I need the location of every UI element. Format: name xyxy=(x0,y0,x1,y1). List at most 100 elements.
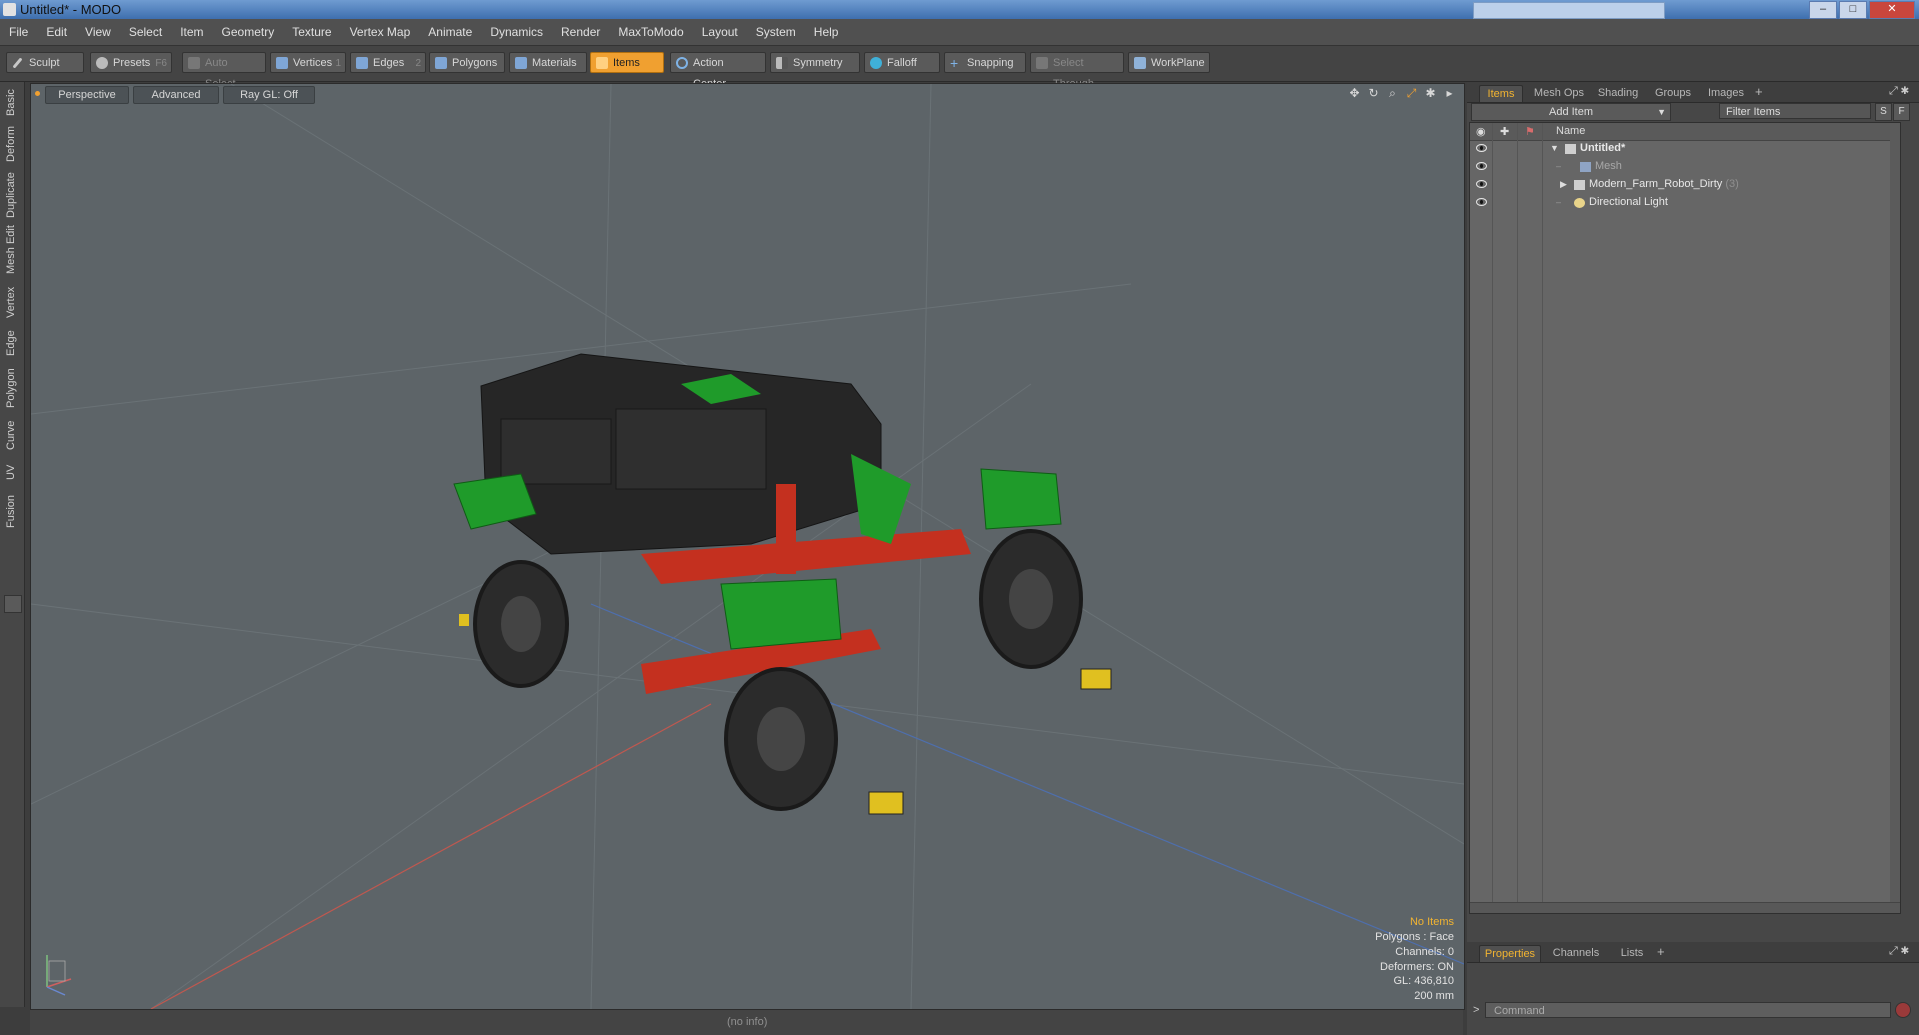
tab-curve[interactable]: Curve xyxy=(2,414,22,450)
eye-icon[interactable] xyxy=(1476,162,1487,170)
tab-mesh-edit[interactable]: Mesh Edit xyxy=(2,224,22,274)
workplane-button[interactable]: WorkPlane xyxy=(1128,52,1210,73)
menu-maxtomodo[interactable]: MaxToModo xyxy=(609,19,692,45)
visibility-column-eye-icon[interactable]: ◉ xyxy=(1476,125,1486,138)
menu-file[interactable]: File xyxy=(0,19,37,45)
eye-icon[interactable] xyxy=(1476,198,1487,206)
edges-icon xyxy=(356,57,368,69)
polygons-button[interactable]: Polygons xyxy=(429,52,505,73)
maximize-viewport-icon[interactable]: ⤢ xyxy=(1405,87,1418,100)
eye-icon[interactable] xyxy=(1476,180,1487,188)
close-button[interactable]: ✕ xyxy=(1869,1,1915,19)
rotate-view-icon[interactable]: ↻ xyxy=(1367,87,1380,100)
vertices-button[interactable]: Vertices 1 xyxy=(270,52,346,73)
tree-row-farm-robot[interactable]: ▶ Modern_Farm_Robot_Dirty (3) xyxy=(1470,177,1900,194)
add-tab-plus-icon[interactable]: + xyxy=(1657,944,1665,959)
maximize-button[interactable]: □ xyxy=(1839,1,1867,19)
tab-groups[interactable]: Groups xyxy=(1651,85,1695,101)
zoom-icon[interactable]: ⌕ xyxy=(1386,87,1399,100)
add-tab-plus-icon[interactable]: + xyxy=(1755,84,1763,99)
add-item-dropdown[interactable]: Add Item ▼ xyxy=(1471,103,1671,121)
properties-options-gear-icon[interactable]: ⤢ ✱ xyxy=(1889,945,1909,958)
3d-viewport[interactable]: Perspective Advanced Ray GL: Off ✥ ↻ ⌕ ⤢… xyxy=(30,83,1465,1010)
collapse-arrow-icon[interactable]: ▼ xyxy=(1550,143,1559,153)
sculpt-button[interactable]: Sculpt xyxy=(6,52,84,73)
snapping-button[interactable]: + Snapping xyxy=(944,52,1026,73)
view-type-dropdown[interactable]: Perspective xyxy=(45,86,129,104)
falloff-button[interactable]: Falloff xyxy=(864,52,940,73)
green-cover-front xyxy=(720,578,842,650)
tree-row-untitled[interactable]: ▼ Untitled* xyxy=(1470,141,1900,158)
panel-options-gear-icon[interactable]: ⤢ ✱ xyxy=(1889,85,1909,98)
presets-button[interactable]: Presets F6 xyxy=(90,52,172,73)
select-through-icon xyxy=(1036,57,1048,69)
tab-channels[interactable]: Channels xyxy=(1547,945,1605,961)
select-through-button[interactable]: Select Through xyxy=(1030,52,1124,90)
action-center-button[interactable]: Action Center xyxy=(670,52,766,90)
tab-fusion[interactable]: Fusion xyxy=(2,486,22,528)
tree-branch-icon: – xyxy=(1556,161,1562,171)
palette-toggle-button[interactable] xyxy=(4,595,22,613)
tab-items[interactable]: Items xyxy=(1479,85,1523,102)
command-history-button[interactable] xyxy=(1895,1002,1911,1018)
tab-images[interactable]: Images xyxy=(1703,85,1749,101)
tab-duplicate[interactable]: Duplicate xyxy=(2,168,22,218)
eye-icon[interactable] xyxy=(1476,144,1487,152)
raygl-dropdown[interactable]: Ray GL: Off xyxy=(223,86,315,104)
lock-column-icon[interactable]: ✚ xyxy=(1500,125,1509,138)
menu-geometry[interactable]: Geometry xyxy=(213,19,284,45)
pan-icon[interactable]: ✥ xyxy=(1348,87,1361,100)
menu-vertex-map[interactable]: Vertex Map xyxy=(341,19,420,45)
polygons-icon xyxy=(435,57,447,69)
menu-dynamics[interactable]: Dynamics xyxy=(481,19,552,45)
tab-uv[interactable]: UV xyxy=(2,456,22,480)
tab-vertex[interactable]: Vertex xyxy=(2,280,22,318)
menu-texture[interactable]: Texture xyxy=(283,19,340,45)
tree-row-directional-light[interactable]: – Directional Light xyxy=(1470,195,1900,212)
name-column-header[interactable]: Name xyxy=(1556,125,1585,137)
symmetry-button[interactable]: Symmetry xyxy=(770,52,860,73)
edges-button[interactable]: Edges 2 xyxy=(350,52,426,73)
menu-item[interactable]: Item xyxy=(171,19,212,45)
tab-basic[interactable]: Basic xyxy=(2,86,22,116)
menu-help[interactable]: Help xyxy=(805,19,848,45)
items-button[interactable]: Items xyxy=(590,52,664,73)
workspace-search-field[interactable] xyxy=(1473,2,1665,19)
menu-layout[interactable]: Layout xyxy=(693,19,747,45)
filter-f-button[interactable]: F xyxy=(1893,103,1910,121)
tab-shading[interactable]: Shading xyxy=(1593,85,1643,101)
group-locator-icon xyxy=(1574,180,1585,190)
viewport-expand-arrow-icon[interactable]: ▸ xyxy=(1443,87,1456,100)
filter-s-button[interactable]: S xyxy=(1875,103,1892,121)
hub-rear-right xyxy=(1009,569,1053,629)
auto-select-button[interactable]: Auto Select xyxy=(182,52,266,90)
filter-items-input[interactable]: Filter Items xyxy=(1719,103,1871,119)
command-input[interactable]: Command xyxy=(1485,1002,1891,1018)
tab-edge[interactable]: Edge xyxy=(2,324,22,356)
polygons-stat: Polygons : Face xyxy=(1375,931,1454,944)
shading-dropdown[interactable]: Advanced xyxy=(133,86,219,104)
menu-select[interactable]: Select xyxy=(120,19,171,45)
render-column-icon[interactable]: ⚑ xyxy=(1525,125,1535,138)
menu-animate[interactable]: Animate xyxy=(419,19,481,45)
tab-polygon[interactable]: Polygon xyxy=(2,362,22,408)
menu-render[interactable]: Render xyxy=(552,19,609,45)
menu-system[interactable]: System xyxy=(747,19,805,45)
viewport-menu-dot[interactable] xyxy=(35,91,40,96)
tree-horizontal-scrollbar[interactable] xyxy=(1470,902,1900,913)
materials-button[interactable]: Materials xyxy=(509,52,587,73)
minimize-button[interactable]: – xyxy=(1809,1,1837,19)
command-prompt: > xyxy=(1473,1004,1480,1016)
tree-vertical-scrollbar[interactable] xyxy=(1890,123,1900,903)
tab-deform[interactable]: Deform xyxy=(2,122,22,162)
menu-bar: File Edit View Select Item Geometry Text… xyxy=(0,19,1919,46)
menu-edit[interactable]: Edit xyxy=(37,19,76,45)
menu-view[interactable]: View xyxy=(76,19,120,45)
expand-arrow-icon[interactable]: ▶ xyxy=(1560,179,1567,190)
light-icon xyxy=(1574,198,1585,208)
tab-mesh-ops[interactable]: Mesh Ops xyxy=(1529,85,1589,101)
tab-properties[interactable]: Properties xyxy=(1479,945,1541,962)
tab-lists[interactable]: Lists xyxy=(1613,945,1651,961)
tree-row-mesh[interactable]: – Mesh xyxy=(1470,159,1900,176)
viewport-settings-gear-icon[interactable]: ✱ xyxy=(1424,87,1437,100)
